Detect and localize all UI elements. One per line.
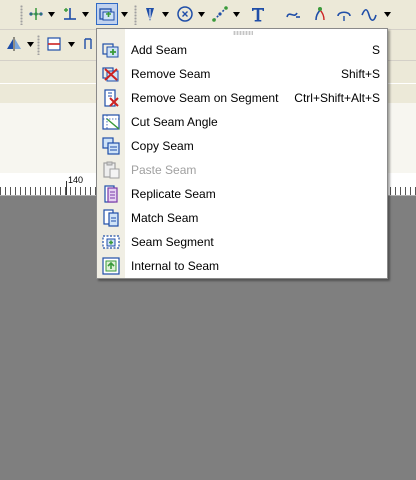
circle-point-icon[interactable] bbox=[175, 4, 195, 24]
menu-tearoff-grip[interactable] bbox=[233, 31, 253, 35]
menu-item-shortcut: Ctrl+Shift+Alt+S bbox=[294, 91, 380, 105]
menu-item-internal-to-seam[interactable]: Internal to Seam bbox=[98, 254, 386, 278]
menu-item-label: Cut Seam Angle bbox=[131, 115, 218, 129]
menu-item-label: Match Seam bbox=[131, 211, 199, 225]
toolbar-row-1 bbox=[0, 0, 416, 30]
dotted-line-dropdown-icon[interactable] bbox=[233, 9, 240, 19]
fold-line-icon[interactable] bbox=[44, 34, 64, 54]
pen-tip-icon[interactable] bbox=[140, 4, 160, 24]
mirror-dropdown-icon[interactable] bbox=[27, 39, 34, 49]
toolbar-grip[interactable] bbox=[134, 5, 137, 25]
perpendicular-icon[interactable] bbox=[60, 4, 80, 24]
wave-dropdown-icon[interactable] bbox=[384, 9, 391, 19]
notch-icon[interactable] bbox=[334, 4, 354, 24]
seam-tools-icon[interactable] bbox=[96, 3, 118, 25]
copy-seam-icon bbox=[102, 137, 120, 155]
perpendicular-dropdown-icon[interactable] bbox=[82, 9, 89, 19]
remove-seam-icon bbox=[102, 65, 120, 83]
wave-icon[interactable] bbox=[359, 4, 379, 24]
pen-tip-dropdown-icon[interactable] bbox=[162, 9, 169, 19]
dotted-line-icon[interactable] bbox=[210, 4, 230, 24]
replicate-seam-icon bbox=[102, 185, 120, 203]
menu-item-label: Copy Seam bbox=[131, 139, 194, 153]
menu-item-label: Remove Seam bbox=[131, 67, 211, 81]
menu-item-match-seam[interactable]: Match Seam bbox=[98, 206, 386, 230]
ruler-label: 140 bbox=[68, 175, 84, 185]
ruler-major-tick bbox=[66, 181, 67, 195]
menu-item-remove-seam[interactable]: Remove Seam Shift+S bbox=[98, 62, 386, 86]
toolbar-grip[interactable] bbox=[20, 5, 23, 25]
seam-dropdown-menu: Add Seam S Remove Seam Shift+S Remove Se… bbox=[96, 28, 388, 279]
menu-item-paste-seam: Paste Seam bbox=[98, 158, 386, 182]
menu-item-label: Add Seam bbox=[131, 43, 188, 57]
menu-item-shortcut: Shift+S bbox=[340, 67, 380, 81]
cut-seam-angle-icon bbox=[102, 113, 120, 131]
match-seam-icon bbox=[102, 209, 120, 227]
menu-item-label: Replicate Seam bbox=[131, 187, 216, 201]
circle-point-dropdown-icon[interactable] bbox=[198, 9, 205, 19]
menu-item-seam-segment[interactable]: Seam Segment bbox=[98, 230, 386, 254]
seam-tools-dropdown-icon[interactable] bbox=[121, 9, 128, 19]
paste-seam-icon bbox=[102, 161, 120, 179]
add-seam-icon bbox=[102, 41, 120, 59]
menu-item-label: Seam Segment bbox=[131, 235, 214, 249]
menu-item-cut-seam-angle[interactable]: Cut Seam Angle bbox=[98, 110, 386, 134]
internal-seam-icon bbox=[102, 257, 120, 275]
menu-item-remove-seam-on-segment[interactable]: Remove Seam on Segment Ctrl+Shift+Alt+S bbox=[98, 86, 386, 110]
menu-item-label: Remove Seam on Segment bbox=[131, 91, 279, 105]
menu-item-copy-seam[interactable]: Copy Seam bbox=[98, 134, 386, 158]
points-icon[interactable] bbox=[26, 4, 46, 24]
remove-seam-segment-icon bbox=[102, 89, 120, 107]
toolbar-grip[interactable] bbox=[37, 35, 40, 55]
seam-allowance-icon[interactable] bbox=[310, 4, 330, 24]
menu-item-shortcut: S bbox=[371, 43, 380, 57]
fold-line-dropdown-icon[interactable] bbox=[68, 39, 75, 49]
menu-item-add-seam[interactable]: Add Seam S bbox=[98, 38, 386, 62]
mirror-icon[interactable] bbox=[4, 34, 24, 54]
menu-item-label: Internal to Seam bbox=[131, 259, 220, 273]
text-tool-icon[interactable] bbox=[248, 4, 268, 24]
menu-item-replicate-seam[interactable]: Replicate Seam bbox=[98, 182, 386, 206]
curve-icon[interactable] bbox=[283, 4, 303, 24]
points-dropdown-icon[interactable] bbox=[48, 9, 55, 19]
seam-segment-icon bbox=[102, 233, 120, 251]
menu-item-label: Paste Seam bbox=[131, 163, 197, 177]
